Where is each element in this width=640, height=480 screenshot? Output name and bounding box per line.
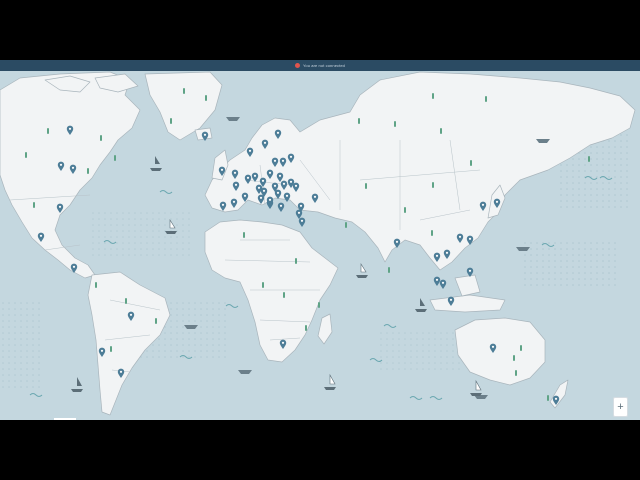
ocean-texture [380, 330, 460, 370]
ocean-texture [520, 240, 620, 290]
bottom-letterbox [0, 420, 640, 480]
top-letterbox [0, 0, 640, 60]
ocean-texture [90, 210, 190, 260]
status-dot-icon [295, 63, 300, 68]
ocean-texture [0, 300, 40, 390]
server-map[interactable] [0, 71, 640, 420]
connection-status-text: You are not connected [303, 63, 345, 68]
zoom-in-button[interactable]: + [613, 397, 628, 417]
world-map[interactable] [0, 71, 640, 420]
connection-status-bar: You are not connected [0, 60, 640, 71]
